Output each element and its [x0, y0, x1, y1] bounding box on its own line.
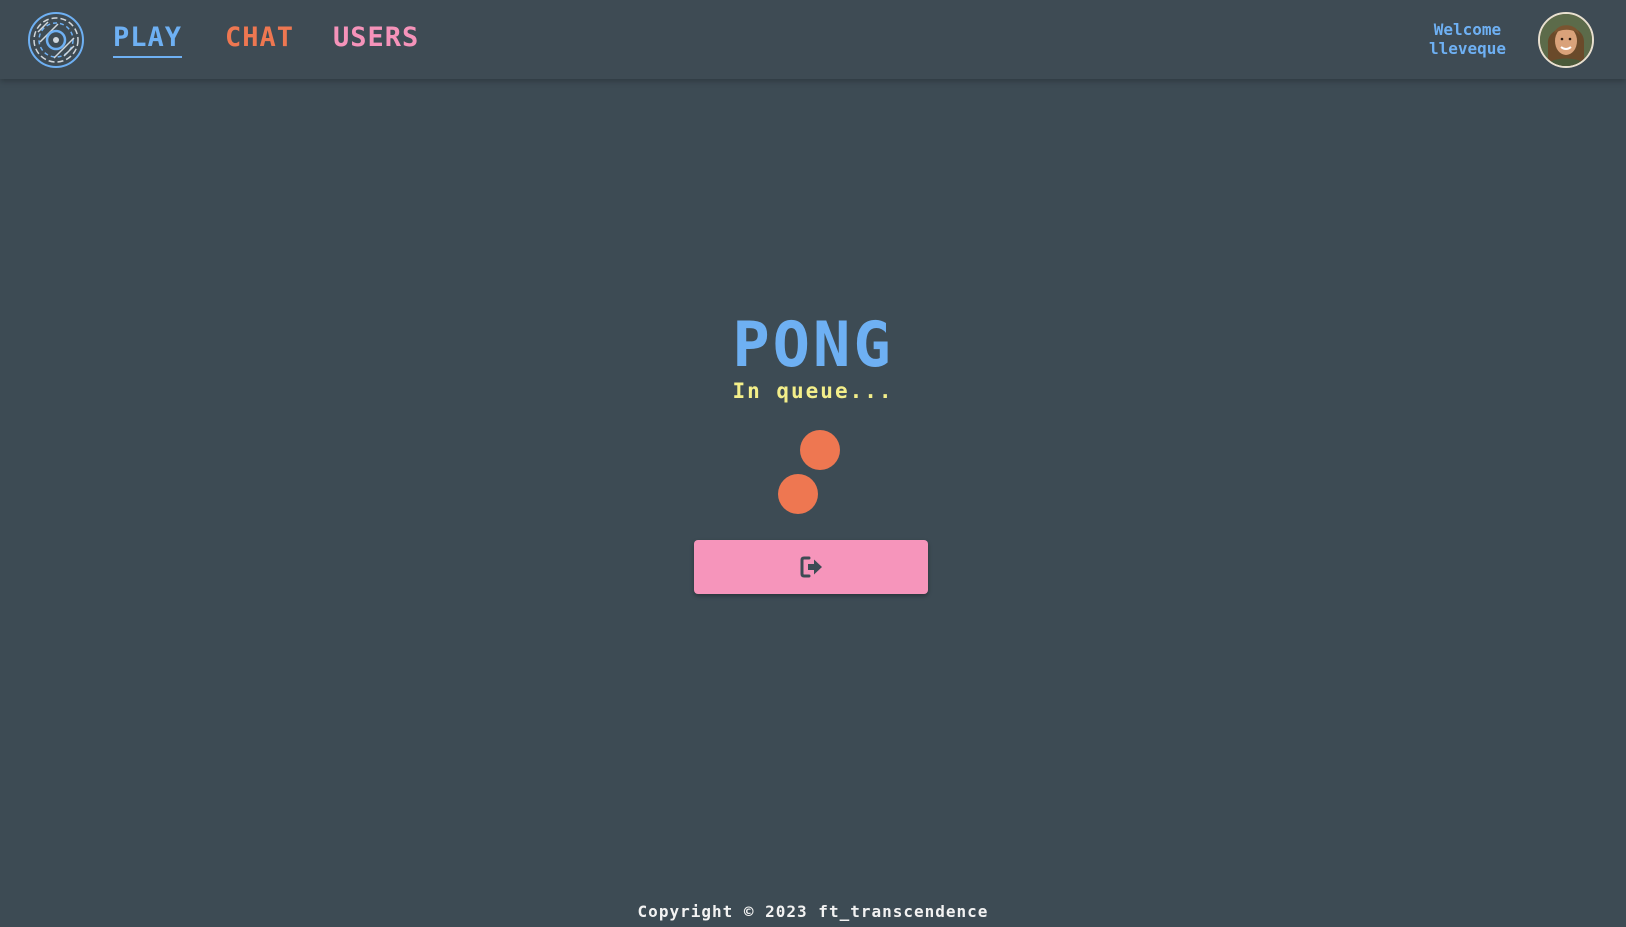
username-label: lleveque	[1428, 39, 1506, 58]
nav-chat-link[interactable]: CHAT	[225, 22, 294, 54]
vinyl-record-logo-icon[interactable]	[28, 12, 84, 68]
leave-queue-button[interactable]	[694, 540, 928, 594]
game-title: PONG	[732, 308, 894, 381]
welcome-message: Welcome lleveque	[1429, 20, 1506, 58]
user-avatar[interactable]	[1538, 12, 1594, 68]
nav-users-link[interactable]: USERS	[333, 22, 419, 54]
sign-out-icon	[800, 556, 822, 578]
page: PLAY CHAT USERS Welcome lleveque PONG In…	[0, 0, 1626, 927]
queue-status: In queue...	[732, 379, 894, 403]
loader-ball	[778, 474, 818, 514]
footer-copyright: Copyright © 2023 ft_transcendence	[637, 902, 989, 921]
navbar: PLAY CHAT USERS Welcome lleveque	[0, 0, 1626, 79]
nav-play-link[interactable]: PLAY	[113, 22, 183, 58]
welcome-label: Welcome	[1433, 20, 1502, 39]
loader-ball	[800, 430, 840, 470]
